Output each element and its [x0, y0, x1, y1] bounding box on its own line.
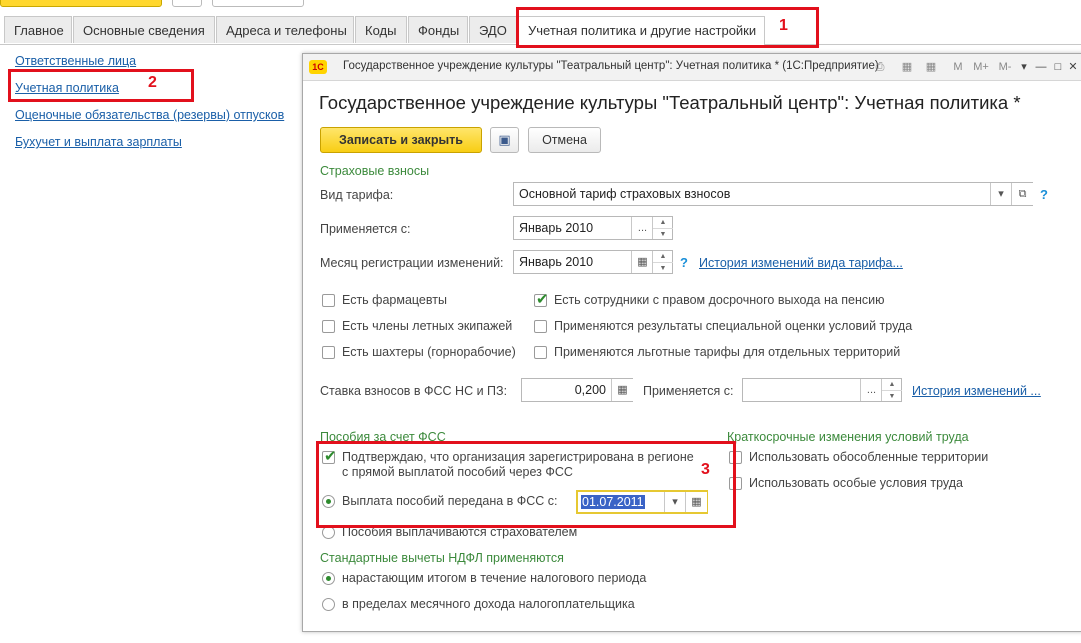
dialog-heading: Государственное учреждение культуры "Теа… — [319, 92, 1021, 113]
calculator-icon[interactable]: ▦ — [899, 59, 915, 75]
minimize-icon[interactable]: — — [1034, 59, 1048, 75]
annotation-box-2 — [8, 69, 194, 102]
floppy-disk-icon: ▣ — [498, 132, 511, 147]
1c-logo-icon: 1С — [309, 60, 327, 74]
applies-from-spinner[interactable]: ▲ ▼ — [652, 217, 673, 239]
nav-responsible-persons[interactable]: Ответственные лица — [15, 54, 136, 68]
ellipsis-icon[interactable]: ... — [860, 379, 882, 401]
tab-funds[interactable]: Фонды — [408, 16, 468, 43]
pharmacists-label: Есть фармацевты — [342, 293, 447, 307]
reg-month-help-icon[interactable]: ? — [680, 255, 688, 270]
applies-from-label: Применяется с: — [320, 222, 411, 236]
cancel-button[interactable]: Отмена — [528, 127, 601, 153]
fss-rate-value: 0,200 — [574, 383, 606, 397]
tariff-select[interactable]: Основной тариф страховых взносов ▾ ⧉ — [513, 182, 1033, 206]
tariff-history-link[interactable]: История изменений вида тарифа... — [699, 256, 903, 270]
applies-from-field[interactable]: Январь 2010 ... ▲ ▼ — [513, 216, 673, 240]
memory-m-minus-button[interactable]: M- — [996, 59, 1014, 75]
miners-checkbox[interactable] — [322, 346, 335, 359]
separate-territories-label: Использовать обособленные территории — [749, 450, 989, 464]
print-icon[interactable]: ⎙ — [872, 59, 888, 75]
reg-month-label: Месяц регистрации изменений: — [320, 256, 504, 270]
ndfl-monthly-radio[interactable] — [322, 598, 335, 611]
chevron-down-icon[interactable]: ▾ — [990, 183, 1011, 205]
tariff-label: Вид тарифа: — [320, 188, 394, 202]
early-pension-label: Есть сотрудники с правом досрочного выхо… — [554, 293, 885, 307]
annotation-number-1: 1 — [779, 17, 788, 34]
ndfl-monthly-label: в пределах месячного дохода налогоплател… — [342, 597, 635, 611]
memory-m-plus-button[interactable]: M+ — [971, 59, 991, 75]
open-icon[interactable]: ⧉ — [1011, 183, 1033, 205]
section-ndfl: Стандартные вычеты НДФЛ применяются — [320, 551, 564, 565]
pharmacists-checkbox[interactable] — [322, 294, 335, 307]
nav-accounting-payroll[interactable]: Бухучет и выплата зарплаты — [15, 135, 182, 149]
flight-crew-checkbox[interactable] — [322, 320, 335, 333]
flight-crew-label: Есть члены летных экипажей — [342, 319, 513, 333]
annotation-box-3 — [316, 441, 736, 528]
fss-applies-spinner[interactable]: ▲ ▼ — [881, 379, 902, 401]
memory-m-button[interactable]: M — [951, 59, 965, 75]
special-conditions-label: Использовать особые условия труда — [749, 476, 964, 490]
reg-month-field[interactable]: Январь 2010 ▦ ▲ ▼ — [513, 250, 673, 274]
fss-applies-field[interactable]: ... ▲ ▼ — [742, 378, 902, 402]
preferential-tariffs-checkbox[interactable] — [534, 346, 547, 359]
tab-main[interactable]: Главное — [4, 16, 72, 43]
tab-codes[interactable]: Коды — [355, 16, 407, 43]
annotation-number-2: 2 — [148, 74, 157, 91]
section-insurance: Страховые взносы — [320, 164, 430, 178]
tariff-help-icon[interactable]: ? — [1040, 187, 1048, 202]
reg-month-spinner[interactable]: ▲ ▼ — [652, 251, 673, 273]
dialog-window-title: Государственное учреждение культуры "Теа… — [343, 60, 879, 72]
fss-rate-field[interactable]: 0,200 ▦ — [521, 378, 633, 402]
nav-vacation-reserves[interactable]: Оценочные обязательства (резервы) отпуск… — [15, 108, 284, 122]
fss-applies-label: Применяется с: — [643, 384, 734, 398]
top-button[interactable] — [212, 0, 304, 7]
fss-rate-label: Ставка взносов в ФСС НС и ПЗ: — [320, 384, 508, 398]
special-assessment-label: Применяются результаты специальной оценк… — [554, 319, 913, 333]
ndfl-cumulative-label: нарастающим итогом в течение налогового … — [342, 571, 647, 585]
special-assessment-checkbox[interactable] — [534, 320, 547, 333]
close-icon[interactable]: ✕ — [1066, 59, 1080, 75]
save-icon-button[interactable]: ▣ — [490, 127, 519, 153]
reg-month-value: Январь 2010 — [519, 255, 594, 269]
applies-from-value: Январь 2010 — [519, 221, 594, 235]
fss-history-link[interactable]: История изменений ... — [912, 384, 1041, 398]
miners-label: Есть шахтеры (горнорабочие) — [342, 345, 516, 359]
save-close-button[interactable]: Записать и закрыть — [320, 127, 482, 153]
policy-dialog: 1С Государственное учреждение культуры "… — [302, 53, 1081, 632]
checkmark-icon: ✔ — [536, 291, 549, 308]
tab-basic-info[interactable]: Основные сведения — [73, 16, 215, 43]
top-yellow-button[interactable] — [0, 0, 162, 7]
annotation-box-1 — [516, 7, 819, 48]
ndfl-cumulative-radio[interactable] — [322, 572, 335, 585]
calendar-icon[interactable]: ▦ — [631, 251, 653, 273]
top-small-button[interactable] — [172, 0, 202, 7]
menu-icon[interactable]: ▾ — [1017, 59, 1031, 75]
tab-addresses[interactable]: Адреса и телефоны — [216, 16, 354, 43]
annotation-number-3: 3 — [701, 461, 710, 478]
tariff-value: Основной тариф страховых взносов — [519, 187, 731, 201]
maximize-icon[interactable]: □ — [1051, 59, 1065, 75]
calculator-icon[interactable]: ▦ — [611, 379, 633, 401]
early-pension-checkbox[interactable]: ✔ — [534, 291, 549, 308]
ellipsis-icon[interactable]: ... — [631, 217, 653, 239]
section-short-term: Краткосрочные изменения условий труда — [727, 430, 969, 444]
dialog-titlebar: 1С Государственное учреждение культуры "… — [303, 54, 1081, 81]
tab-edo[interactable]: ЭДО — [469, 16, 517, 43]
preferential-tariffs-label: Применяются льготные тарифы для отдельны… — [554, 345, 901, 359]
calendar-icon[interactable]: ▦ — [923, 59, 939, 75]
